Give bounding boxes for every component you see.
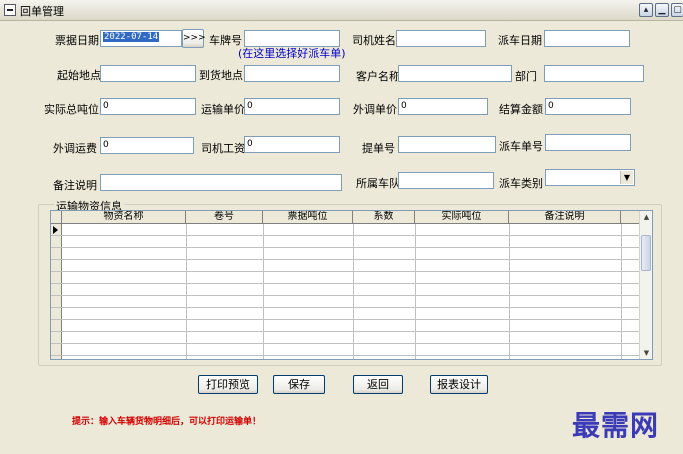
grid-column-line [509, 224, 510, 359]
grid-header-roll-no[interactable]: 卷号 [186, 211, 263, 224]
grid-column-line [263, 224, 264, 359]
print-preview-button[interactable]: 打印预览 [198, 375, 258, 394]
report-design-button[interactable]: 报表设计 [430, 375, 488, 394]
external-price-field[interactable]: 0 [398, 98, 488, 115]
scroll-thumb[interactable] [641, 235, 651, 271]
grid-header-material-name[interactable]: 物资名称 [62, 211, 186, 224]
freight-price-label: 运输单价 [201, 103, 245, 116]
grid-column-line [415, 224, 416, 359]
table-row[interactable] [51, 296, 641, 308]
grid-header-ticket-tonnage[interactable]: 票据吨位 [263, 211, 353, 224]
watermark-logo: 最需网 [572, 409, 660, 442]
driver-field[interactable] [396, 30, 486, 47]
grid-header-actual-tonnage[interactable]: 实际吨位 [415, 211, 509, 224]
fleet-field[interactable] [398, 172, 494, 189]
grid-header-remark[interactable]: 备注说明 [509, 211, 621, 224]
remark-field[interactable] [100, 174, 342, 191]
materials-grid[interactable]: 物资名称 卷号 票据吨位 系数 实际吨位 备注说明 ▲ ▼ [50, 210, 653, 360]
driver-wage-field[interactable]: 0 [244, 136, 340, 153]
main-window: 回单管理 ▴ ▁ ▢ 票据日期 2022-07-14 >>> 车牌号 (在这里选… [0, 0, 683, 454]
dispatch-no-label: 派车单号 [499, 140, 543, 153]
dispatch-date-label: 派车日期 [498, 34, 542, 47]
grid-column-line [621, 224, 622, 359]
table-row[interactable] [51, 272, 641, 284]
driver-label: 司机姓名 [352, 34, 396, 47]
restore-button[interactable]: ▁ [655, 3, 669, 17]
close-button[interactable]: ▢ [671, 3, 683, 17]
customer-label: 客户名称 [356, 70, 400, 83]
grid-header-coefficient[interactable]: 系数 [353, 211, 415, 224]
minimize-button[interactable]: ▴ [639, 3, 653, 17]
table-row[interactable] [51, 320, 641, 332]
table-row[interactable] [51, 284, 641, 296]
grid-header: 物资名称 卷号 票据吨位 系数 实际吨位 备注说明 [51, 211, 641, 224]
external-freight-label: 外调运费 [53, 142, 97, 155]
actual-tonnage-field[interactable]: 0 [100, 98, 196, 115]
title-bar: 回单管理 ▴ ▁ ▢ [0, 0, 683, 21]
dropdown-arrow-icon[interactable]: ▼ [620, 171, 633, 184]
bill-no-label: 提单号 [362, 142, 395, 155]
actual-tonnage-label: 实际总吨位 [44, 103, 99, 116]
grid-column-line [186, 224, 187, 359]
fleet-label: 所属车队 [356, 177, 400, 190]
scroll-up-icon[interactable]: ▲ [640, 211, 652, 223]
table-row[interactable] [51, 332, 641, 344]
dispatch-no-field[interactable] [545, 134, 631, 151]
select-dispatch-button[interactable]: >>> [182, 29, 206, 48]
hint-text: 提示：输入车辆货物明细后，可以打印运输单！ [72, 417, 262, 427]
destination-field[interactable] [244, 65, 340, 82]
dispatch-type-select[interactable]: ▼ [545, 169, 635, 186]
ticket-date-value: 2022-07-14 [103, 32, 160, 42]
external-freight-field[interactable]: 0 [100, 137, 194, 154]
freight-price-field[interactable]: 0 [244, 98, 340, 115]
external-price-label: 外调单价 [353, 103, 397, 116]
grid-corner [51, 211, 62, 224]
ticket-date-label: 票据日期 [55, 34, 99, 47]
table-row[interactable] [51, 356, 641, 359]
table-row[interactable] [51, 224, 641, 236]
department-label: 部门 [515, 70, 537, 83]
customer-field[interactable] [398, 65, 512, 82]
settlement-field[interactable]: 0 [545, 98, 631, 115]
back-button[interactable]: 返回 [353, 375, 403, 394]
settlement-label: 结算金额 [499, 103, 543, 116]
ticket-date-field[interactable]: 2022-07-14 [100, 30, 182, 47]
driver-wage-label: 司机工资 [201, 142, 245, 155]
origin-label: 起始地点 [57, 69, 101, 82]
remark-label: 备注说明 [53, 179, 97, 192]
table-row[interactable] [51, 248, 641, 260]
department-field[interactable] [544, 65, 644, 82]
origin-field[interactable] [100, 65, 196, 82]
table-row[interactable] [51, 260, 641, 272]
grid-vertical-scrollbar[interactable]: ▲ ▼ [639, 211, 652, 359]
dispatch-date-field[interactable] [544, 30, 630, 47]
table-row[interactable] [51, 236, 641, 248]
scroll-down-icon[interactable]: ▼ [640, 347, 652, 359]
destination-label: 到货地点 [199, 69, 243, 82]
window-title: 回单管理 [20, 5, 64, 18]
grid-column-line [353, 224, 354, 359]
plate-hint: (在这里选择好派车单) [238, 47, 346, 60]
window-menu-icon[interactable] [4, 4, 16, 16]
dispatch-type-label: 派车类别 [499, 177, 543, 190]
table-row[interactable] [51, 344, 641, 356]
bill-no-field[interactable] [398, 136, 496, 153]
table-row[interactable] [51, 308, 641, 320]
save-button[interactable]: 保存 [273, 375, 325, 394]
